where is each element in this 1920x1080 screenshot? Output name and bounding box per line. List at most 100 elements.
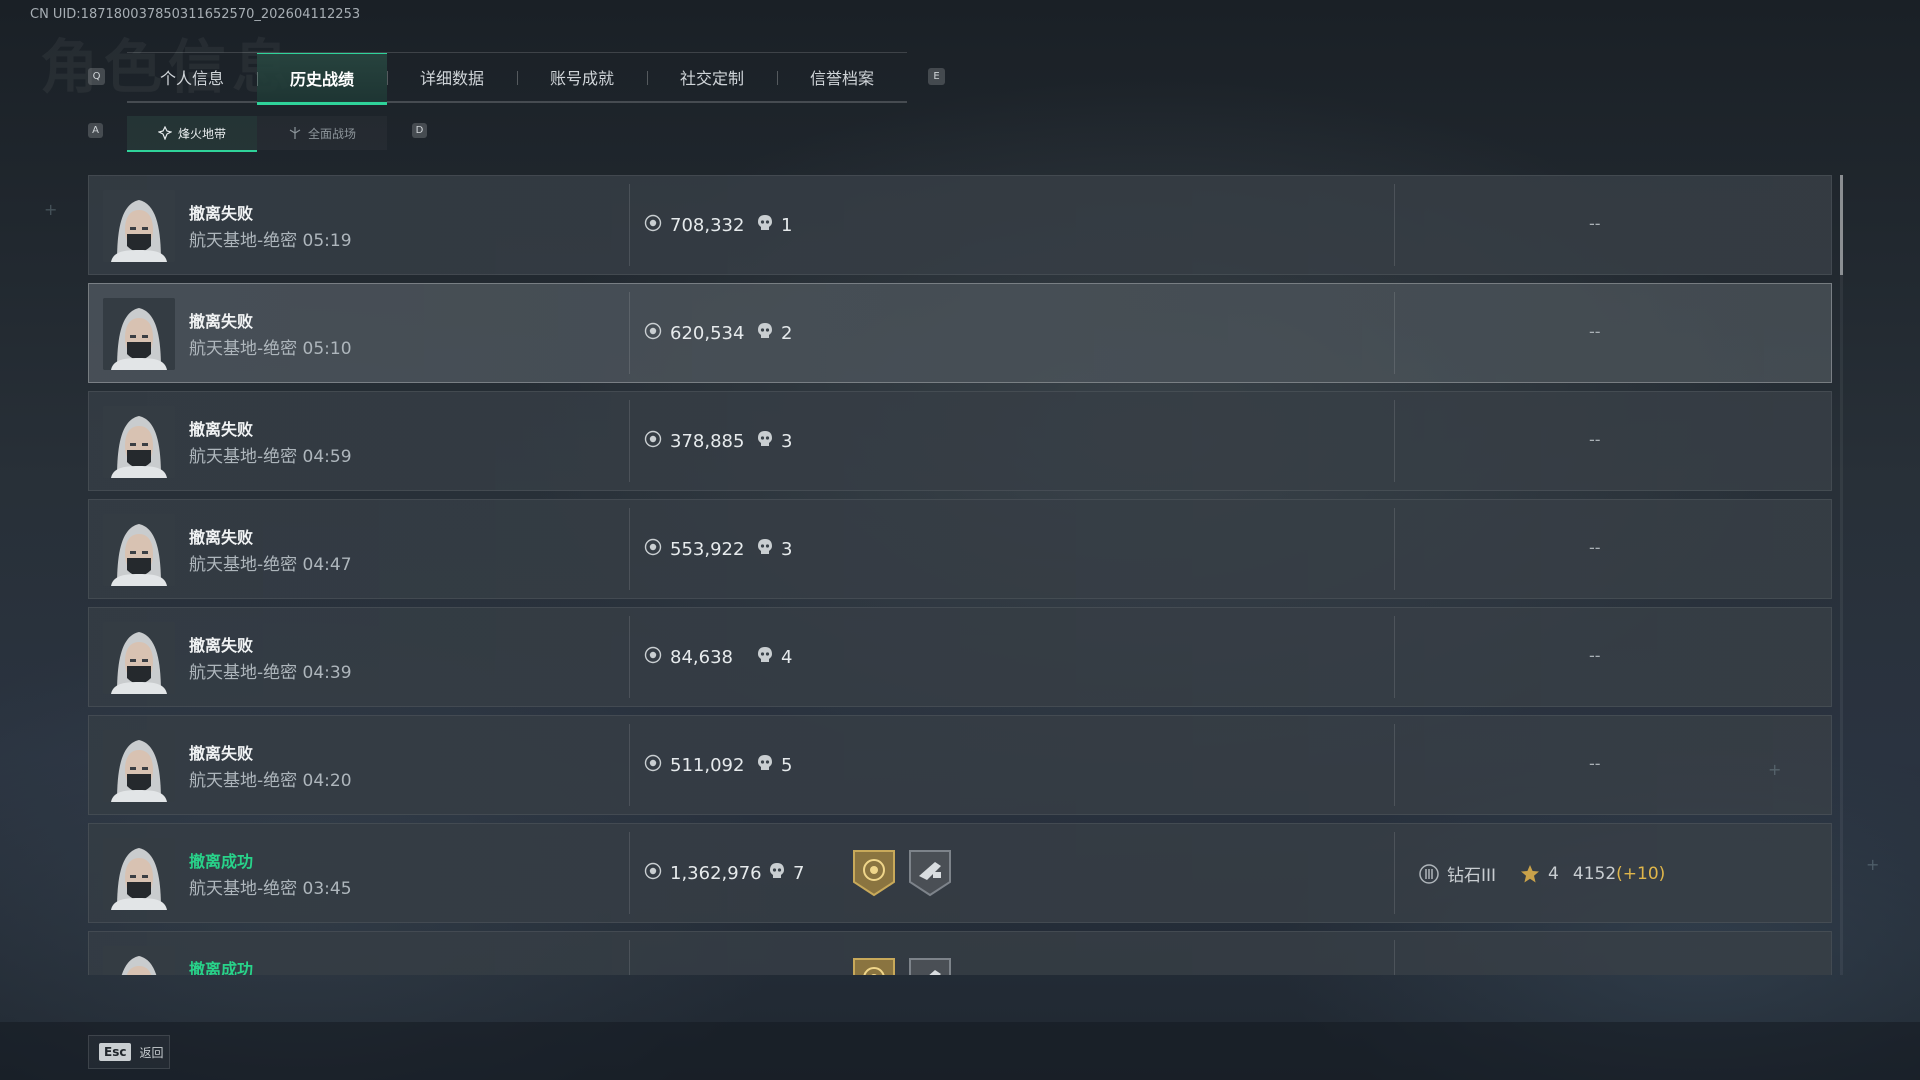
extraction-status: 撤离失败 bbox=[189, 420, 254, 439]
divider bbox=[629, 724, 630, 806]
avatar bbox=[103, 622, 175, 694]
main-tabs: 个人信息 历史战绩 详细数据 账号成就 社交定制 信誉档案 bbox=[127, 52, 907, 105]
extraction-medal-icon[interactable] bbox=[851, 956, 897, 975]
tab-social-custom[interactable]: 社交定制 bbox=[647, 53, 777, 101]
operator-avatar-icon bbox=[103, 730, 175, 802]
match-row[interactable]: 撤离成功 bbox=[88, 931, 1832, 975]
loot-value: 378,885 bbox=[644, 430, 744, 453]
kill-count-text: 3 bbox=[781, 431, 793, 452]
map-and-time: 航天基地-绝密 03:45 bbox=[189, 879, 352, 899]
avatar bbox=[103, 946, 175, 975]
loot-value-text: 1,362,976 bbox=[670, 863, 762, 884]
extraction-medal-icon[interactable] bbox=[851, 848, 897, 898]
decor-plus: + bbox=[44, 200, 58, 219]
rank-placeholder: -- bbox=[1589, 322, 1601, 341]
kill-count: 7 bbox=[769, 862, 804, 885]
match-row[interactable]: 撤离失败 航天基地-绝密 05:19 708,332 1 -- bbox=[88, 175, 1832, 275]
kill-count: 3 bbox=[757, 538, 792, 561]
coin-icon bbox=[644, 322, 662, 345]
divider bbox=[629, 184, 630, 266]
map-and-time: 航天基地-绝密 05:19 bbox=[189, 231, 352, 251]
subtab-label: 烽火地带 bbox=[177, 126, 226, 141]
divider bbox=[1394, 400, 1395, 482]
kill-count-text: 1 bbox=[781, 215, 793, 236]
match-row[interactable]: 撤离失败 航天基地-绝密 04:39 84,638 4 -- bbox=[88, 607, 1832, 707]
tab-personal-info[interactable]: 个人信息 bbox=[127, 53, 257, 101]
avatar bbox=[103, 190, 175, 262]
kill-count: 3 bbox=[757, 430, 792, 453]
tab-achievements[interactable]: 账号成就 bbox=[517, 53, 647, 101]
avatar bbox=[103, 298, 175, 370]
divider bbox=[629, 940, 630, 975]
tab-detailed-data[interactable]: 详细数据 bbox=[387, 53, 517, 101]
operator-avatar-icon bbox=[103, 622, 175, 694]
back-label: 返回 bbox=[139, 1045, 164, 1060]
tab-next-key[interactable]: E bbox=[928, 68, 945, 85]
divider bbox=[1394, 724, 1395, 806]
match-row[interactable]: 撤离失败 航天基地-绝密 05:10 620,534 2 -- bbox=[88, 283, 1832, 383]
mode-subtabs: 烽火地带 全面战场 bbox=[127, 116, 387, 152]
match-row[interactable]: 撤离失败 航天基地-绝密 04:59 378,885 3 -- bbox=[88, 391, 1832, 491]
coin-icon bbox=[644, 214, 662, 237]
subtab-fire-zone[interactable]: 烽火地带 bbox=[127, 116, 257, 152]
operator-avatar-icon bbox=[103, 406, 175, 478]
match-row[interactable]: 撤离失败 航天基地-绝密 04:47 553,922 3 -- bbox=[88, 499, 1832, 599]
extraction-status: 撤离成功 bbox=[189, 852, 254, 871]
coin-icon bbox=[644, 646, 662, 669]
weapon-medal-icon[interactable] bbox=[907, 956, 953, 975]
avatar bbox=[103, 514, 175, 586]
extraction-status: 撤离失败 bbox=[189, 744, 254, 763]
tab-match-history[interactable]: 历史战绩 bbox=[257, 53, 387, 105]
kill-count-text: 2 bbox=[781, 323, 793, 344]
divider bbox=[629, 832, 630, 914]
scrollbar-thumb[interactable] bbox=[1840, 175, 1843, 275]
weapon-medal-icon[interactable] bbox=[907, 848, 953, 898]
tab-prev-key[interactable]: Q bbox=[88, 68, 105, 85]
rank-info: 钻石III 4 4152 (+10) bbox=[1419, 861, 1665, 886]
loot-value-text: 553,922 bbox=[670, 539, 745, 560]
loot-value: 553,922 bbox=[644, 538, 744, 561]
rank-placeholder: -- bbox=[1589, 754, 1601, 773]
skull-icon bbox=[757, 322, 773, 345]
extraction-status: 撤离成功 bbox=[189, 960, 254, 975]
map-and-time: 航天基地-绝密 04:47 bbox=[189, 555, 352, 575]
rank-score-delta: (+10) bbox=[1616, 863, 1666, 884]
loot-value: 1,362,976 bbox=[644, 862, 762, 885]
divider bbox=[629, 292, 630, 374]
operator-avatar-icon bbox=[103, 946, 175, 975]
map-and-time: 航天基地-绝密 04:59 bbox=[189, 447, 352, 467]
kill-count: 4 bbox=[757, 646, 792, 669]
coin-icon bbox=[644, 754, 662, 777]
kill-count-text: 3 bbox=[781, 539, 793, 560]
skull-icon bbox=[757, 430, 773, 453]
kill-count-text: 4 bbox=[781, 647, 793, 668]
kill-count-text: 7 bbox=[793, 863, 805, 884]
skull-icon bbox=[757, 538, 773, 561]
scrollbar-track[interactable] bbox=[1840, 175, 1843, 975]
match-row[interactable]: 撤离失败 航天基地-绝密 04:20 511,092 5 -- bbox=[88, 715, 1832, 815]
match-row[interactable]: 撤离成功 航天基地-绝密 03:45 1,362,976 7 钻石III 4 4… bbox=[88, 823, 1832, 923]
decor-plus: + bbox=[1866, 855, 1880, 874]
subtab-next-key[interactable]: D bbox=[412, 123, 427, 138]
back-button[interactable]: Esc 返回 bbox=[88, 1035, 170, 1069]
esc-key: Esc bbox=[99, 1043, 132, 1061]
avatar bbox=[103, 406, 175, 478]
divider bbox=[1394, 616, 1395, 698]
rank-placeholder: -- bbox=[1589, 214, 1601, 233]
battlefield-icon bbox=[289, 127, 301, 139]
extraction-status: 撤离失败 bbox=[189, 528, 254, 547]
map-and-time: 航天基地-绝密 04:20 bbox=[189, 771, 352, 791]
subtab-prev-key[interactable]: A bbox=[88, 123, 103, 138]
match-history-list[interactable]: 撤离失败 航天基地-绝密 05:19 708,332 1 -- 撤离失败 航天基… bbox=[88, 175, 1832, 975]
subtab-battlefield[interactable]: 全面战场 bbox=[257, 116, 387, 150]
skull-icon bbox=[769, 862, 785, 885]
tab-reputation[interactable]: 信誉档案 bbox=[777, 53, 907, 101]
kill-count: 2 bbox=[757, 322, 792, 345]
rank-placeholder: -- bbox=[1589, 430, 1601, 449]
diamond-rank-icon bbox=[1419, 863, 1439, 884]
rank-score: 4152 bbox=[1572, 863, 1617, 884]
uid-label: CN UID:187180037850311652570_20260411225… bbox=[30, 7, 361, 22]
skull-icon bbox=[757, 214, 773, 237]
coin-icon bbox=[644, 862, 662, 885]
avatar bbox=[103, 730, 175, 802]
